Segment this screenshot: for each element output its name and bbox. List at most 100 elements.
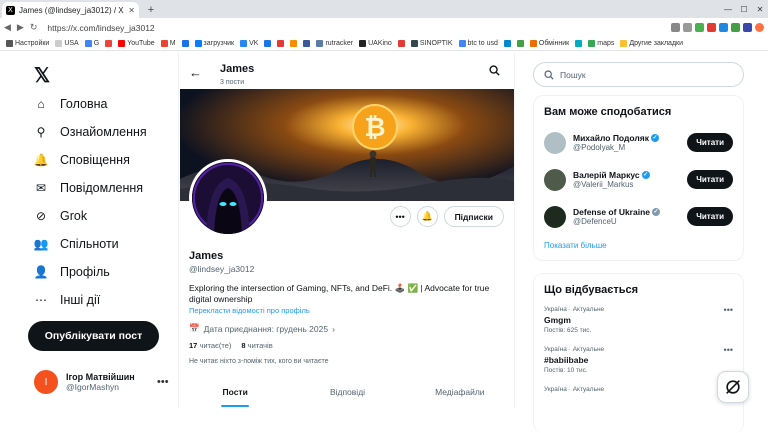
following-link[interactable]: 17 читає(те) bbox=[189, 341, 231, 350]
x-logo-icon[interactable]: 𝕏 bbox=[34, 63, 50, 88]
bookmark-item[interactable]: Другие закладки bbox=[620, 40, 683, 47]
account-more-icon[interactable]: ••• bbox=[157, 376, 169, 388]
bookmark-icon bbox=[316, 40, 324, 47]
bookmark-item[interactable] bbox=[397, 40, 405, 47]
extensions-area bbox=[671, 23, 764, 32]
follow-button[interactable]: Читати bbox=[687, 133, 733, 152]
post-button[interactable]: Опублікувати пост bbox=[28, 321, 159, 351]
reload-icon[interactable]: ↻ bbox=[30, 22, 38, 33]
bookmark-item[interactable] bbox=[181, 40, 189, 47]
bookmark-label: Обмінник bbox=[538, 40, 570, 47]
bookmark-item[interactable]: maps bbox=[588, 40, 614, 47]
tab-title: James (@lindsey_ja3012) / X bbox=[19, 5, 124, 15]
bookmark-item[interactable] bbox=[277, 40, 285, 47]
forward-nav-icon[interactable]: ▶ bbox=[17, 22, 24, 33]
bookmark-item[interactable] bbox=[303, 40, 311, 47]
minimize-icon[interactable]: — bbox=[720, 5, 736, 14]
tab-replies[interactable]: Відповіді bbox=[291, 379, 403, 409]
verified-badge-icon: ✓ bbox=[641, 171, 650, 179]
bookmark-item[interactable]: rutracker bbox=[316, 40, 353, 47]
search-icon[interactable] bbox=[489, 65, 500, 79]
bookmark-item[interactable]: YouTube bbox=[118, 40, 155, 47]
trends-card: Що відбувається Україна · Актуальне Gmgm П… bbox=[533, 273, 744, 433]
suggestion-row[interactable]: Валерій Маркус ✓ @Valerii_Markus Читати bbox=[534, 161, 743, 198]
new-tab-icon[interactable]: + bbox=[145, 4, 157, 16]
extension-icon[interactable] bbox=[719, 23, 728, 32]
extension-icon[interactable] bbox=[731, 23, 740, 32]
bookmark-item[interactable] bbox=[264, 40, 272, 47]
bookmark-item[interactable]: Обмінник bbox=[529, 40, 570, 47]
followers-link[interactable]: 8 читачів bbox=[241, 341, 272, 350]
nav-item-mail[interactable]: ✉ Повідомлення bbox=[34, 181, 143, 195]
extension-icon[interactable] bbox=[743, 23, 752, 32]
account-switcher[interactable]: I Ігор Матвійшин @IgorMashyn bbox=[34, 370, 135, 394]
browser-avatar-icon[interactable] bbox=[755, 23, 764, 32]
extension-icon[interactable] bbox=[683, 23, 692, 32]
trend-more-icon[interactable]: ••• bbox=[724, 345, 733, 355]
bookmark-label: Другие закладки bbox=[629, 40, 684, 47]
extension-icon[interactable] bbox=[695, 23, 704, 32]
bookmark-icon bbox=[359, 40, 367, 47]
url-field[interactable]: https://x.com/lindsey_ja3012 bbox=[47, 23, 665, 33]
trend-more-icon[interactable]: ••• bbox=[724, 305, 733, 315]
search-placeholder: Пошук bbox=[560, 69, 586, 80]
bookmark-label: YouTube bbox=[127, 40, 155, 47]
bookmark-icon bbox=[181, 40, 189, 47]
tab-posts[interactable]: Пости bbox=[179, 379, 291, 409]
trend-post-count: Постів: 10 тис. bbox=[544, 367, 588, 374]
show-more-link[interactable]: Показати більше bbox=[534, 235, 743, 260]
more-options-icon[interactable]: ••• bbox=[389, 206, 411, 227]
bookmark-item[interactable]: VK bbox=[240, 40, 258, 47]
nav-item-more[interactable]: ⋯ Інші дії bbox=[34, 293, 100, 307]
bookmark-item[interactable] bbox=[575, 40, 583, 47]
bookmark-item[interactable]: Настройки bbox=[6, 40, 49, 47]
back-nav-icon[interactable]: ◀ bbox=[4, 22, 11, 33]
search-icon: ⚲ bbox=[36, 125, 46, 139]
bookmark-item[interactable]: btc to usd bbox=[458, 40, 498, 47]
suggestion-row[interactable]: Defense of Ukraine ✓ @DefenceU Читати bbox=[534, 198, 743, 235]
nav-item-grok[interactable]: ⊘ Grok bbox=[34, 209, 87, 223]
following-button[interactable]: Підписки bbox=[443, 206, 504, 227]
maximize-icon[interactable]: ☐ bbox=[736, 5, 752, 14]
trend-item[interactable]: Україна · Актуальне Gmgm Постів: 625 тис. •… bbox=[534, 302, 743, 342]
join-date[interactable]: 📅 Дата приєднання: грудень 2025 › bbox=[189, 323, 335, 334]
browser-tab[interactable]: X James (@lindsey_ja3012) / X ✕ bbox=[2, 2, 139, 18]
bookmark-icon bbox=[264, 40, 272, 47]
trend-item[interactable]: Україна · Актуальне••• bbox=[534, 382, 743, 422]
bookmark-item[interactable]: G bbox=[84, 40, 99, 47]
bookmark-item[interactable] bbox=[516, 40, 524, 47]
bookmark-item[interactable]: загрузчик bbox=[194, 40, 234, 47]
trend-item[interactable]: Україна · Актуальне #babiibabe Постів: 10 … bbox=[534, 342, 743, 382]
notification-bell-icon[interactable]: 🔔 bbox=[416, 206, 438, 227]
translate-link[interactable]: Перекласти відомості про профіль bbox=[189, 306, 310, 315]
follow-button[interactable]: Читати bbox=[687, 207, 733, 226]
follow-counts: 17 читає(те) 8 читачів bbox=[189, 341, 273, 350]
nav-item-home[interactable]: ⌂ Головна bbox=[34, 97, 107, 111]
nav-item-profile[interactable]: 👤 Профіль bbox=[34, 265, 110, 279]
account-name: Ігор Матвійшин bbox=[66, 372, 135, 382]
bookmark-item[interactable]: SINOPTIK bbox=[410, 40, 453, 47]
nav-item-bell[interactable]: 🔔 Сповіщення bbox=[34, 153, 130, 167]
profile-name: James bbox=[189, 250, 224, 262]
grok-chat-button[interactable] bbox=[717, 371, 749, 403]
x-favicon-icon: X bbox=[6, 5, 15, 15]
bookmark-item[interactable]: USA bbox=[55, 40, 79, 47]
tab-media[interactable]: Медіафайли bbox=[404, 379, 514, 409]
bookmark-item[interactable] bbox=[503, 40, 511, 47]
back-arrow-icon[interactable]: ← bbox=[189, 65, 202, 80]
suggestion-row[interactable]: Михайло Подоляк ✓ @Podolyak_M Читати bbox=[534, 124, 743, 161]
profile-avatar[interactable] bbox=[189, 159, 267, 237]
bookmark-icon bbox=[620, 40, 628, 47]
extension-icon[interactable] bbox=[707, 23, 716, 32]
bookmark-item[interactable] bbox=[290, 40, 298, 47]
bookmark-item[interactable] bbox=[105, 40, 113, 47]
search-input[interactable]: Пошук bbox=[533, 62, 744, 87]
nav-item-search[interactable]: ⚲ Ознайомлення bbox=[34, 125, 147, 139]
follow-button[interactable]: Читати bbox=[687, 170, 733, 189]
close-tab-icon[interactable]: ✕ bbox=[128, 6, 135, 15]
bookmark-item[interactable]: UAKino bbox=[359, 40, 392, 47]
close-window-icon[interactable]: ✕ bbox=[752, 5, 768, 14]
bookmark-item[interactable]: M bbox=[160, 40, 176, 47]
nav-item-communities[interactable]: 👥 Спільноти bbox=[34, 237, 119, 251]
extension-icon[interactable] bbox=[671, 23, 680, 32]
